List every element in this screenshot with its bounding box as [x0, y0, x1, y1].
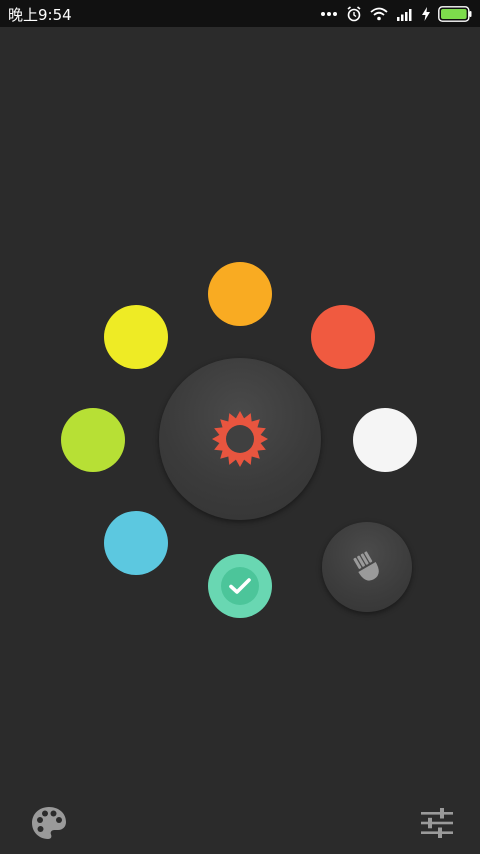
more-dots-icon — [321, 12, 337, 16]
check-icon — [229, 578, 251, 594]
color-swatch-mint-selected[interactable] — [208, 554, 272, 618]
color-swatch-orange[interactable] — [208, 262, 272, 326]
brightness-knob[interactable] — [159, 358, 321, 520]
color-swatch-green[interactable] — [61, 408, 125, 472]
battery-icon — [438, 6, 472, 22]
status-bar: 晚上9:54 — [0, 0, 480, 27]
color-swatch-cyan[interactable] — [104, 511, 168, 575]
status-icons — [320, 4, 472, 24]
brush-button[interactable] — [322, 522, 412, 612]
brush-icon — [353, 551, 379, 581]
palette-icon — [32, 807, 66, 839]
sun-icon — [212, 411, 268, 467]
color-swatch-white[interactable] — [353, 408, 417, 472]
wifi-icon — [370, 7, 388, 21]
palette-button[interactable] — [30, 804, 68, 842]
alarm-icon — [347, 6, 361, 22]
charging-icon — [422, 7, 430, 21]
settings-sliders-button[interactable] — [418, 804, 456, 842]
sliders-icon — [421, 808, 453, 838]
selected-indicator — [221, 567, 259, 605]
color-swatch-red[interactable] — [311, 305, 375, 369]
signal-icon — [397, 9, 412, 21]
status-time: 晚上9:54 — [8, 6, 72, 24]
color-swatch-yellow[interactable] — [104, 305, 168, 369]
